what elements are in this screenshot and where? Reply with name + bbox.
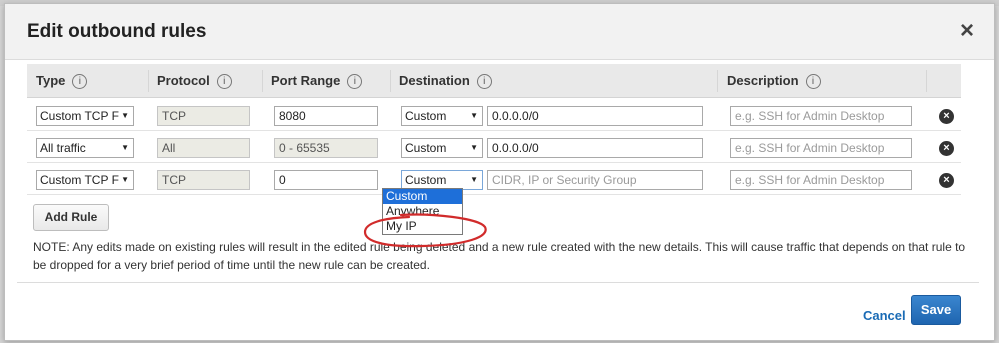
caret-down-icon: ▼ bbox=[121, 143, 129, 152]
destination-input[interactable]: 0.0.0.0/0 bbox=[487, 106, 703, 126]
destination-input[interactable]: CIDR, IP or Security Group bbox=[487, 170, 703, 190]
destination-select[interactable]: Custom ▼ bbox=[401, 106, 483, 126]
type-select[interactable]: Custom TCP F ▼ bbox=[36, 170, 134, 190]
header-destination: Destination i bbox=[399, 73, 492, 89]
table-row: Custom TCP F ▼ TCP 0 Custom ▼ CIDR, IP or … bbox=[27, 164, 961, 195]
remove-rule-icon[interactable]: × bbox=[939, 173, 954, 188]
port-range-input[interactable]: 8080 bbox=[274, 106, 378, 126]
caret-down-icon: ▼ bbox=[121, 175, 129, 184]
header-type: Type i bbox=[36, 73, 88, 89]
cancel-button[interactable]: Cancel bbox=[863, 308, 906, 323]
destination-dropdown-list: Custom Anywhere My IP bbox=[382, 188, 463, 235]
header-separator bbox=[390, 70, 391, 92]
description-input[interactable]: e.g. SSH for Admin Desktop bbox=[730, 106, 912, 126]
info-icon[interactable]: i bbox=[216, 74, 232, 89]
header-separator bbox=[148, 70, 149, 92]
close-icon[interactable]: × bbox=[960, 18, 974, 44]
dialog-header: Edit outbound rules × bbox=[5, 4, 994, 60]
table-row: Custom TCP F ▼ TCP 8080 Custom ▼ 0.0.0.0/0… bbox=[27, 100, 961, 131]
header-port-range: Port Range i bbox=[271, 73, 363, 89]
dropdown-option-custom[interactable]: Custom bbox=[383, 189, 462, 204]
protocol-field: TCP bbox=[157, 170, 250, 190]
destination-select[interactable]: Custom ▼ bbox=[401, 170, 483, 190]
protocol-field: All bbox=[157, 138, 250, 158]
table-row: All traffic ▼ All 0 - 65535 Custom ▼ 0.0.0… bbox=[27, 132, 961, 163]
dropdown-option-my-ip[interactable]: My IP bbox=[383, 219, 462, 234]
port-range-input[interactable]: 0 bbox=[274, 170, 378, 190]
header-protocol: Protocol i bbox=[157, 73, 232, 89]
header-separator bbox=[717, 70, 718, 92]
header-separator bbox=[262, 70, 263, 92]
save-button[interactable]: Save bbox=[911, 295, 961, 325]
footer-divider bbox=[17, 282, 979, 283]
info-icon[interactable]: i bbox=[72, 74, 88, 89]
header-separator bbox=[926, 70, 927, 92]
caret-down-icon: ▼ bbox=[121, 111, 129, 120]
remove-rule-icon[interactable]: × bbox=[939, 141, 954, 156]
description-input[interactable]: e.g. SSH for Admin Desktop bbox=[730, 170, 912, 190]
edit-warning-note: NOTE: Any edits made on existing rules w… bbox=[33, 240, 966, 272]
add-rule-button[interactable]: Add Rule bbox=[33, 204, 109, 231]
caret-down-icon: ▼ bbox=[470, 175, 478, 184]
type-select[interactable]: Custom TCP F ▼ bbox=[36, 106, 134, 126]
info-icon[interactable]: i bbox=[476, 74, 492, 89]
info-icon[interactable]: i bbox=[805, 74, 821, 89]
dialog-title: Edit outbound rules bbox=[27, 21, 207, 42]
port-range-field: 0 - 65535 bbox=[274, 138, 378, 158]
type-select[interactable]: All traffic ▼ bbox=[36, 138, 134, 158]
edit-outbound-rules-dialog: Edit outbound rules × Type i Protocol i Po… bbox=[4, 3, 995, 341]
header-description: Description i bbox=[727, 73, 821, 89]
caret-down-icon: ▼ bbox=[470, 111, 478, 120]
info-icon[interactable]: i bbox=[347, 74, 363, 89]
destination-input[interactable]: 0.0.0.0/0 bbox=[487, 138, 703, 158]
description-input[interactable]: e.g. SSH for Admin Desktop bbox=[730, 138, 912, 158]
remove-rule-icon[interactable]: × bbox=[939, 109, 954, 124]
caret-down-icon: ▼ bbox=[470, 143, 478, 152]
destination-select[interactable]: Custom ▼ bbox=[401, 138, 483, 158]
table-header: Type i Protocol i Port Range i Destination i… bbox=[27, 64, 961, 98]
rules-table: Type i Protocol i Port Range i Destination i… bbox=[27, 64, 961, 195]
dropdown-option-anywhere[interactable]: Anywhere bbox=[383, 204, 462, 219]
protocol-field: TCP bbox=[157, 106, 250, 126]
